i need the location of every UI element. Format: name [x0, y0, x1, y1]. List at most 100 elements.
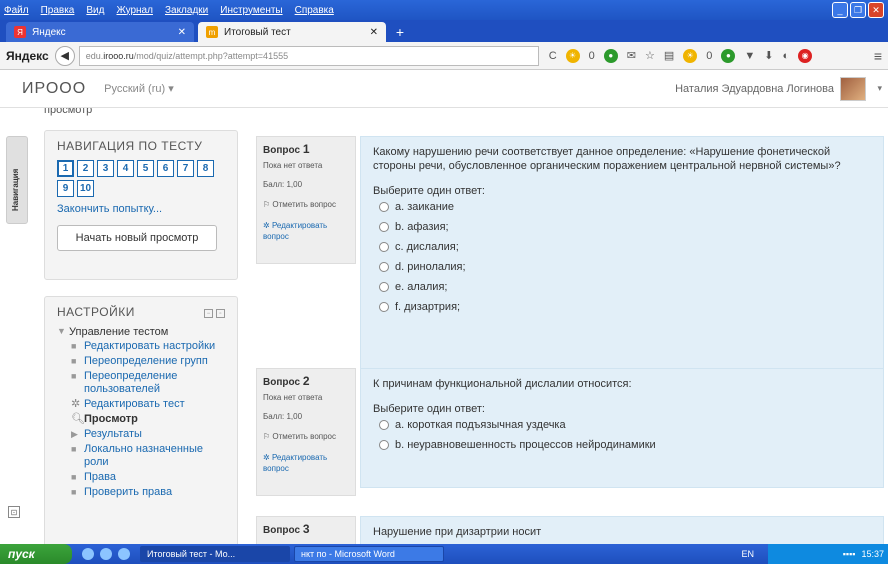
radio-button[interactable] [379, 222, 389, 232]
menu-help[interactable]: Справка [295, 5, 334, 16]
extension-green-icon[interactable]: ● [603, 48, 618, 63]
tree-item-edit-quiz[interactable]: ✲ Редактировать тест [57, 398, 225, 411]
dock-expand-icon[interactable]: ⊡ [8, 506, 20, 518]
chevron-down-icon[interactable]: ▾ [877, 83, 882, 94]
hide-block-icon[interactable]: ▫ [216, 309, 225, 318]
quiz-nav-button-4[interactable]: 4 [117, 160, 134, 177]
answer-option-b[interactable]: b. афазия; [373, 221, 871, 233]
breadcrumb[interactable]: просмотр [44, 108, 92, 116]
answer-option-c[interactable]: c. дислалия; [373, 241, 871, 253]
quiz-nav-button-6[interactable]: 6 [157, 160, 174, 177]
weather-icon[interactable]: ☀ [565, 48, 580, 63]
edit-question-link[interactable]: ✲ Редактировать вопрос [263, 220, 349, 242]
menu-bookmarks[interactable]: Закладки [165, 5, 208, 16]
taskbar-word[interactable]: нкт по - Microsoft Word [294, 546, 444, 562]
site-name[interactable]: ИРООО [22, 80, 86, 98]
language-selector[interactable]: Русский (ru) ▾ [104, 82, 174, 95]
avatar[interactable] [840, 77, 866, 101]
tree-item-check-permissions[interactable]: ■ Проверить права [57, 486, 225, 499]
extension-green-icon-2[interactable]: ● [721, 48, 736, 63]
answer-option-a[interactable]: a. короткая подъязычная уздечка [373, 419, 871, 431]
tree-item-label[interactable]: Права [84, 471, 116, 484]
radio-button[interactable] [379, 202, 389, 212]
quiz-nav-button-2[interactable]: 2 [77, 160, 94, 177]
download-icon[interactable]: ⬇ [764, 49, 773, 62]
bookmark-star-icon[interactable]: ☆ [645, 49, 655, 62]
tree-item-label[interactable]: Переопределение пользователей [84, 370, 225, 396]
taskbar-browser[interactable]: Итоговый тест - Мо... [140, 546, 290, 562]
weather-icon-2[interactable]: ☀ [683, 48, 698, 63]
reload-icon[interactable]: C [549, 50, 557, 62]
os-taskbar: пуск Итоговый тест - Мо... нкт по - Micr… [0, 544, 888, 564]
restore-icon[interactable]: ❐ [850, 2, 866, 18]
finish-attempt-link[interactable]: Закончить попытку... [57, 203, 225, 215]
pocket-icon[interactable]: ▼ [744, 50, 755, 62]
radio-button[interactable] [379, 282, 389, 292]
tree-item-results[interactable]: ▶ Результаты [57, 428, 225, 441]
minimize-icon[interactable]: _ [832, 2, 848, 18]
tree-item-label[interactable]: Проверить права [84, 486, 172, 499]
answer-option-e[interactable]: e. алалия; [373, 281, 871, 293]
quiz-nav-button-3[interactable]: 3 [97, 160, 114, 177]
adblock-icon[interactable]: ◉ [798, 48, 813, 63]
quiz-nav-button-5[interactable]: 5 [137, 160, 154, 177]
radio-button[interactable] [379, 242, 389, 252]
quiz-nav-button-1[interactable]: 1 [57, 160, 74, 177]
quicklaunch-icon[interactable] [118, 548, 130, 560]
tree-item-label[interactable]: Переопределение групп [84, 355, 208, 368]
tree-item-label[interactable]: Редактировать тест [84, 398, 185, 411]
close-icon[interactable]: ✕ [868, 2, 884, 18]
tree-item-local-roles[interactable]: ■ Локально назначенные роли [57, 443, 225, 469]
radio-button[interactable] [379, 262, 389, 272]
tree-item-user-overrides[interactable]: ■ Переопределение пользователей [57, 370, 225, 396]
tree-item-label[interactable]: Результаты [84, 428, 142, 441]
tree-item-permissions[interactable]: ■ Права [57, 471, 225, 484]
new-preview-button[interactable]: Начать новый просмотр [57, 225, 217, 251]
answer-option-a[interactable]: a. заикание [373, 201, 871, 213]
quiz-nav-button-9[interactable]: 9 [57, 180, 74, 197]
menu-file[interactable]: Файл [4, 5, 29, 16]
answer-option-b[interactable]: b. неуравновешенность процессов нейродин… [373, 439, 871, 451]
close-tab-icon[interactable]: ✕ [370, 27, 378, 38]
tray-icons[interactable]: ▪▪▪▪ [843, 549, 856, 559]
tab-final-test[interactable]: m Итоговый тест ✕ [198, 22, 386, 42]
menu-tools[interactable]: Инструменты [220, 5, 282, 16]
chat-icon[interactable]: ◐ [783, 50, 790, 62]
answer-option-d[interactable]: d. ринолалия; [373, 261, 871, 273]
answer-option-f[interactable]: f. дизартрия; [373, 301, 871, 313]
tree-item-group-overrides[interactable]: ■ Переопределение групп [57, 355, 225, 368]
quicklaunch-icon[interactable] [100, 548, 112, 560]
flag-question-button[interactable]: ⚐ Отметить вопрос [263, 431, 349, 442]
radio-button[interactable] [379, 420, 389, 430]
dock-navigation-tab[interactable]: Навигация [6, 136, 28, 224]
start-button[interactable]: пуск [0, 544, 72, 564]
flag-question-button[interactable]: ⚐ Отметить вопрос [263, 199, 349, 210]
new-tab-icon[interactable]: + [390, 22, 410, 42]
radio-button[interactable] [379, 440, 389, 450]
url-field[interactable]: edu. irooo.ru/mod/quiz/attempt.php?attemp… [78, 45, 539, 66]
menu-view[interactable]: Вид [86, 5, 104, 16]
menu-history[interactable]: Журнал [116, 5, 153, 16]
close-tab-icon[interactable]: ✕ [178, 27, 186, 38]
back-arrow-icon[interactable]: ◀ [54, 45, 75, 66]
language-indicator[interactable]: EN [741, 549, 754, 559]
clipboard-icon[interactable]: ▤ [664, 49, 674, 62]
radio-button[interactable] [379, 302, 389, 312]
tree-item-preview[interactable]: 🔍︎ Просмотр [57, 413, 225, 426]
quicklaunch-icon[interactable] [82, 548, 94, 560]
quiz-nav-button-7[interactable]: 7 [177, 160, 194, 177]
tree-item-label[interactable]: Редактировать настройки [84, 340, 215, 353]
menu-edit[interactable]: Правка [41, 5, 75, 16]
tree-item-edit-settings[interactable]: ■ Редактировать настройки [57, 340, 225, 353]
user-name[interactable]: Наталия Эдуардовна Логинова [675, 83, 834, 95]
mail-icon[interactable]: ✉ [627, 49, 636, 62]
tree-root[interactable]: ▼ Управление тестом [57, 326, 225, 338]
quiz-nav-button-8[interactable]: 8 [197, 160, 214, 177]
hamburger-menu-icon[interactable]: ≡ [874, 48, 882, 64]
question-1-info: Вопрос 1 Пока нет ответа Балл: 1,00 ⚐ От… [256, 136, 356, 264]
quiz-nav-button-10[interactable]: 10 [77, 180, 94, 197]
dock-block-icon[interactable]: − [204, 309, 213, 318]
tree-item-label[interactable]: Локально назначенные роли [84, 443, 225, 469]
tab-yandex[interactable]: Я Яндекс ✕ [6, 22, 194, 42]
edit-question-link[interactable]: ✲ Редактировать вопрос [263, 452, 349, 474]
